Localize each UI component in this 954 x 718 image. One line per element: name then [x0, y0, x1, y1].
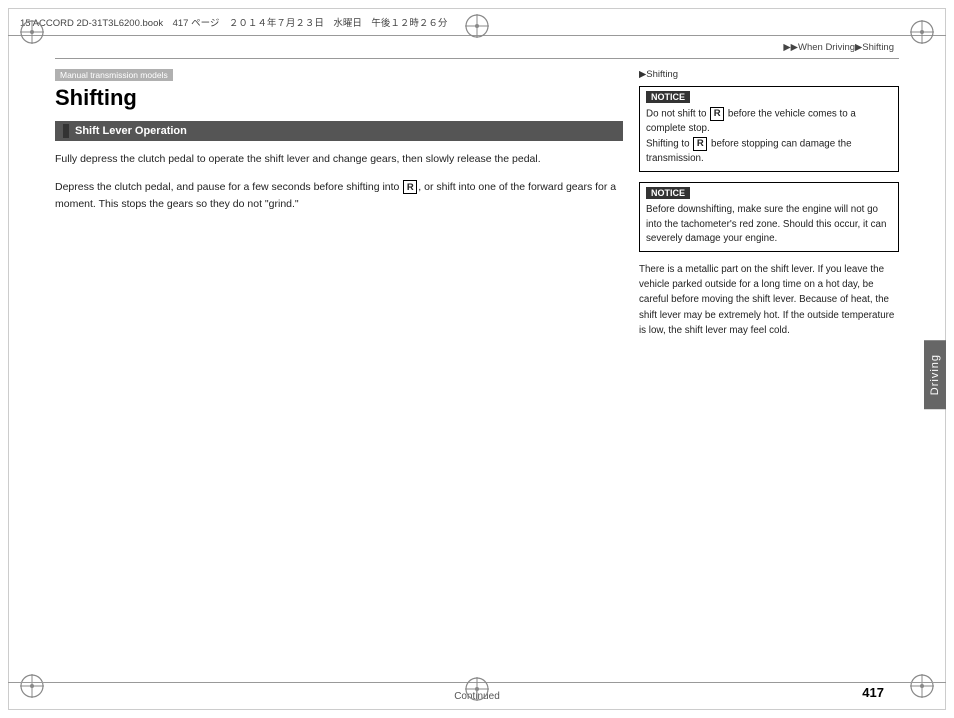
right-section-label: ▶Shifting: [639, 69, 899, 80]
notice-text-1: Do not shift to R before the vehicle com…: [646, 107, 892, 167]
corner-mark-tl: [18, 18, 46, 46]
gear-r-box-notice1: R: [710, 107, 724, 121]
top-bar-text: 15 ACCORD 2D-31T3L6200.book 417 ページ ２０１４…: [20, 15, 447, 29]
body-text-2: Depress the clutch pedal, and pause for …: [55, 179, 623, 212]
section-header: Shift Lever Operation: [55, 121, 623, 141]
corner-mark-tr: [908, 18, 936, 46]
center-top-mark: [463, 12, 491, 43]
body-text-1: Fully depress the clutch pedal to operat…: [55, 151, 623, 167]
right-body-text: There is a metallic part on the shift le…: [639, 262, 899, 338]
notice-text-2: Before downshifting, make sure the engin…: [646, 203, 892, 247]
manual-badge: Manual transmission models: [55, 69, 173, 81]
notice-box-1: NOTICE Do not shift to R before the vehi…: [639, 86, 899, 172]
section-header-bar: [63, 124, 69, 138]
driving-tab: Driving: [924, 340, 946, 409]
left-column: Manual transmission models Shifting Shif…: [55, 65, 623, 663]
gear-r-box-1: R: [403, 180, 417, 194]
section-header-label: Shift Lever Operation: [75, 125, 187, 137]
center-bottom-mark: [463, 675, 491, 706]
notice-label-1: NOTICE: [646, 91, 690, 103]
notice-box-2: NOTICE Before downshifting, make sure th…: [639, 182, 899, 252]
main-content: Manual transmission models Shifting Shif…: [55, 65, 899, 663]
page-title: Shifting: [55, 85, 623, 111]
page-number: 417: [862, 685, 884, 700]
right-section-label-text: ▶Shifting: [639, 69, 678, 80]
divider-top: [55, 58, 899, 59]
gear-r-box-notice1b: R: [693, 137, 707, 151]
notice-label-2: NOTICE: [646, 187, 690, 199]
right-column: ▶Shifting NOTICE Do not shift to R befor…: [639, 65, 899, 663]
breadcrumb: ▶▶When Driving▶Shifting: [783, 42, 894, 53]
